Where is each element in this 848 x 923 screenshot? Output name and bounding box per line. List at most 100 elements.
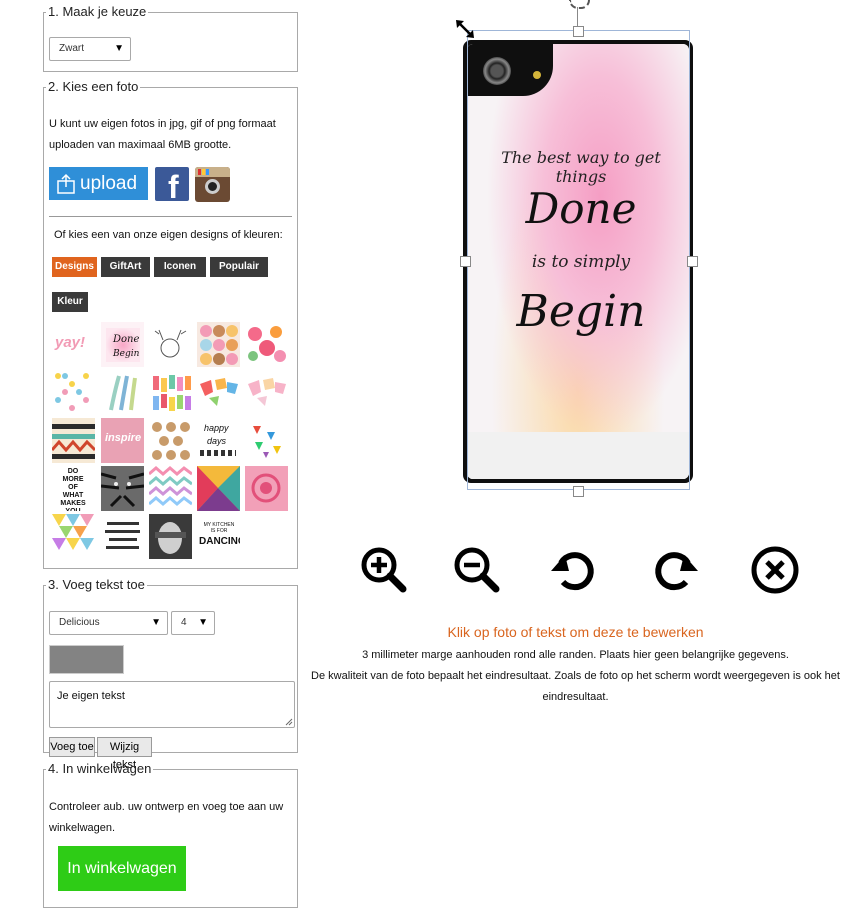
design-thumb[interactable] — [101, 514, 144, 559]
cart-button[interactable]: In winkelwagen — [58, 846, 186, 891]
thumb-text: DANCING — [199, 536, 240, 547]
design-thumb[interactable] — [245, 322, 288, 367]
design-thumb[interactable] — [245, 466, 288, 511]
zoom-out-icon[interactable] — [452, 545, 502, 595]
rotate-right-icon[interactable] — [650, 545, 700, 595]
design-thumb[interactable] — [149, 418, 192, 463]
chevron-down-icon: ▼ — [114, 43, 124, 54]
step3-legend: 3. Voeg tekst toe — [48, 577, 145, 592]
design-thumb[interactable] — [52, 418, 95, 463]
font-select[interactable]: Delicious ▼ — [49, 611, 168, 635]
design-thumb[interactable] — [149, 514, 192, 559]
donuts-icon — [200, 325, 238, 365]
margin-note: 3 millimeter marge aanhouden rond alle r… — [362, 649, 789, 661]
rotate-left-icon[interactable] — [549, 545, 599, 595]
design-thumb[interactable] — [101, 370, 144, 415]
thumb-text: days — [207, 436, 227, 446]
add-text-button[interactable]: Voeg toe — [49, 737, 95, 757]
resize-handle-right[interactable] — [687, 256, 698, 267]
design-thumb[interactable] — [149, 370, 192, 415]
design-thumb[interactable] — [197, 370, 240, 415]
thumb-text: happy — [204, 423, 229, 433]
design-thumb[interactable] — [149, 466, 192, 511]
rotate-handle[interactable] — [569, 0, 590, 9]
upload-button[interactable]: upload — [49, 167, 148, 200]
resize-handle-left[interactable] — [460, 256, 471, 267]
thumb-text: yay! — [55, 334, 86, 351]
step3-panel: 3. Voeg tekst toe Delicious ▼ 4 ▼ Je eig… — [43, 577, 298, 771]
resize-handle-bottom[interactable] — [573, 486, 584, 497]
thumb-text: inspire — [105, 432, 142, 444]
mandala-icon — [251, 473, 281, 503]
upload-icon — [57, 173, 75, 194]
step1-legend: 1. Maak je keuze — [48, 4, 147, 19]
resize-grip-icon — [285, 718, 293, 726]
color-select[interactable]: Zwart ▼ — [49, 37, 131, 61]
tab-kleur[interactable]: Kleur — [52, 292, 88, 312]
cart-instructions-line2: winkelwagen. — [49, 822, 116, 834]
colorful-triangles-icon — [52, 514, 94, 550]
designs-intro: Of kies een van onze eigen designs of kl… — [54, 229, 283, 241]
size-select[interactable]: 4 ▼ — [171, 611, 215, 635]
thumb-text: DO MORE OF WHAT MAKES YOU HAPPY — [60, 468, 86, 511]
design-thumb[interactable] — [52, 514, 95, 559]
design-thumb[interactable]: yay! — [52, 322, 95, 367]
worldmap-pastel-icon — [248, 378, 286, 406]
geometric-icon — [197, 466, 240, 511]
flowers-icon — [248, 326, 286, 362]
drops-icon — [55, 373, 89, 411]
upload-intro-line2: uploaden van maximaal 6MB grootte. — [49, 139, 232, 151]
design-thumb[interactable] — [245, 418, 288, 463]
cart-instructions-line1: Controleer aub. uw ontwerp en voeg toe a… — [49, 801, 284, 813]
text-input-value: Je eigen tekst — [57, 690, 125, 702]
aztec-pattern-icon — [52, 424, 95, 459]
edit-hint: Klik op foto of tekst om deze te bewerke… — [447, 624, 704, 640]
upload-label: upload — [80, 173, 138, 194]
tab-giftart[interactable]: GiftArt — [101, 257, 150, 277]
face-photo-icon — [155, 522, 186, 554]
edit-text-button[interactable]: Wijzig tekst — [97, 737, 152, 771]
design-thumb[interactable] — [149, 322, 192, 367]
resize-handle-top[interactable] — [573, 26, 584, 37]
design-thumb[interactable]: Done Begin — [101, 322, 144, 367]
design-thumb[interactable]: inspire — [101, 418, 144, 463]
design-thumb[interactable] — [197, 322, 240, 367]
zoom-in-icon[interactable] — [359, 545, 409, 595]
font-select-value: Delicious — [59, 617, 100, 628]
delete-icon[interactable] — [750, 545, 800, 595]
rotate-handle-line — [577, 7, 578, 27]
design-thumb[interactable] — [197, 466, 240, 511]
instagram-button[interactable] — [195, 167, 230, 202]
cart-instructions: Controleer aub. uw ontwerp en voeg toe a… — [49, 797, 283, 839]
thumb-text: MY KITCHEN IS FOR — [203, 522, 235, 534]
text-input[interactable]: Je eigen tekst — [49, 681, 295, 728]
worldmap-icon — [200, 378, 238, 406]
tab-populair[interactable]: Populair — [210, 257, 268, 277]
tab-iconen[interactable]: Iconen — [154, 257, 206, 277]
design-thumb[interactable]: happy days — [197, 418, 240, 463]
triangles-icon — [253, 426, 281, 458]
step2-legend: 2. Kies een foto — [48, 79, 139, 94]
deer-icon — [154, 329, 187, 358]
selection-frame — [467, 30, 690, 490]
design-thumb[interactable] — [245, 370, 288, 415]
size-select-value: 4 — [181, 617, 187, 628]
upload-intro-line1: U kunt uw eigen fotos in jpg, gif of png… — [49, 118, 276, 130]
step4-legend: 4. In winkelwagen — [48, 761, 152, 776]
chevron-down-icon: ▼ — [151, 617, 161, 628]
facebook-button[interactable]: f — [155, 167, 189, 201]
design-thumb[interactable]: MY KITCHEN IS FOR DANCING — [197, 514, 240, 559]
tab-designs[interactable]: Designs — [52, 257, 97, 277]
upload-intro: U kunt uw eigen fotos in jpg, gif of png… — [49, 114, 294, 156]
step1-panel: 1. Maak je keuze Zwart ▼ — [43, 5, 298, 72]
design-thumb[interactable]: DO MORE OF WHAT MAKES YOU HAPPY — [52, 466, 95, 511]
thumb-text: Done — [113, 334, 140, 345]
design-thumb[interactable] — [101, 466, 144, 511]
quality-note-line1: De kwaliteit van de foto bepaalt het ein… — [311, 670, 840, 682]
pugs-icon — [152, 422, 190, 460]
feathers-icon — [109, 375, 137, 411]
design-thumb[interactable] — [52, 370, 95, 415]
text-color-swatch[interactable] — [49, 645, 124, 674]
step4-panel: 4. In winkelwagen Controleer aub. uw ont… — [43, 762, 298, 908]
scale-arrows-icon[interactable] — [454, 18, 476, 40]
